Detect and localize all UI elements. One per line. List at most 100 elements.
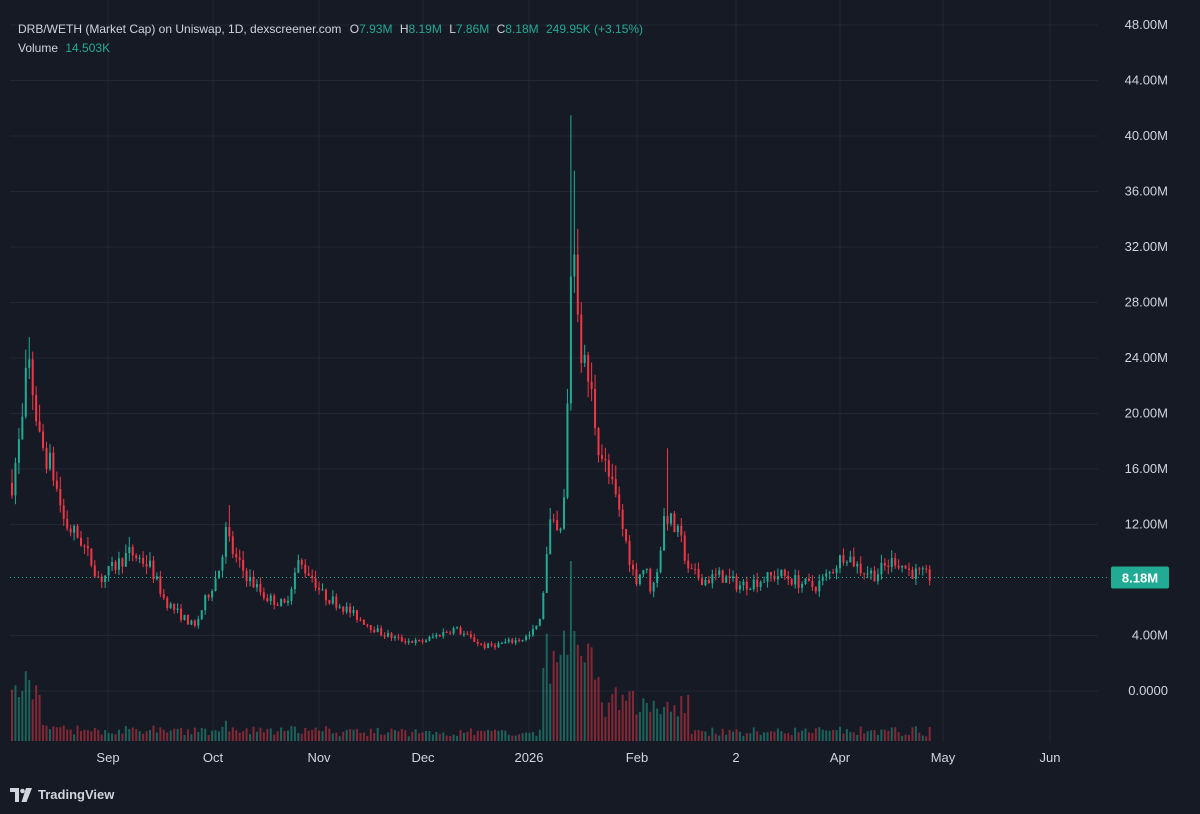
candle-body (407, 641, 410, 643)
volume-bar (83, 729, 86, 741)
volume-bar (842, 733, 845, 741)
candle-body (128, 546, 131, 554)
candle-body (104, 575, 107, 583)
volume-bar (794, 727, 797, 741)
volume-bar (266, 728, 269, 741)
volume-bar (845, 729, 848, 741)
volume-bar (456, 735, 459, 741)
y-tick-label: 48.00M (1125, 17, 1168, 32)
y-tick-label: 12.00M (1125, 517, 1168, 532)
volume-bar (852, 732, 855, 741)
candle-body (801, 583, 804, 588)
tradingview-branding[interactable]: TradingView (10, 787, 114, 802)
candle-body (563, 497, 565, 529)
candle-body (649, 568, 652, 592)
volume-bar (618, 709, 621, 741)
volume-bar (207, 734, 210, 741)
candle-body (55, 480, 58, 489)
candle-body (528, 634, 531, 637)
volume-label[interactable]: Volume (18, 41, 58, 55)
candle-body (411, 641, 414, 643)
volume-bar (728, 730, 731, 741)
candle-body (490, 643, 493, 646)
volume-bar (362, 732, 365, 741)
volume-bar (376, 727, 379, 741)
candle-body (511, 639, 514, 643)
candle-body (469, 634, 472, 638)
candle-body (494, 645, 496, 648)
volume-bar (86, 730, 89, 741)
volume-bar (645, 703, 648, 741)
volume-bar (559, 654, 562, 741)
candle-body (221, 556, 224, 571)
time-axis[interactable]: Sep Oct Nov Dec 2026 Feb 2 Apr May Jun (96, 750, 1060, 765)
volume-bar (352, 729, 355, 741)
volume-bar (849, 732, 852, 741)
candle-body (107, 566, 110, 576)
candle-body (238, 557, 241, 560)
volume-bar (293, 726, 296, 741)
volume-bar (242, 731, 245, 741)
candle-body (259, 583, 262, 593)
candle-body (59, 488, 62, 506)
volume-bar (880, 729, 883, 741)
volume-bar (11, 689, 13, 741)
volume-bar (594, 679, 597, 741)
candle-body (311, 575, 314, 579)
candle-body (376, 628, 379, 633)
volume-bar (770, 731, 772, 741)
candle-body (117, 558, 120, 570)
volume-bar (918, 732, 921, 741)
candle-body (559, 528, 562, 531)
volume-bar (166, 732, 169, 741)
symbol-title[interactable]: DRB/WETH (Market Cap) on Uniswap, 1D, de… (18, 22, 341, 36)
candle-body (783, 569, 786, 576)
candle-body (390, 633, 393, 639)
candle-body (804, 578, 807, 584)
candle-body (549, 519, 552, 555)
candle-body (897, 565, 900, 568)
volume-bar (797, 732, 800, 741)
candle-body (414, 639, 417, 643)
volume-bar (514, 735, 517, 741)
volume-bar (742, 735, 745, 741)
candle-body (759, 581, 762, 587)
volume-bar (17, 697, 20, 741)
candle-body (425, 640, 427, 643)
candle-body (255, 583, 258, 588)
volume-bar (111, 733, 114, 741)
candle-body (652, 582, 655, 592)
candle-body (421, 640, 424, 643)
volume-bar (611, 694, 614, 741)
candles (11, 115, 931, 650)
candle-body (697, 569, 700, 579)
volume-bar (776, 728, 779, 741)
candle-body (825, 573, 828, 577)
volume-bar (607, 702, 610, 741)
candle-body (14, 462, 17, 496)
candle-body (324, 589, 327, 601)
candle-body (335, 596, 338, 608)
price-chart[interactable]: 48.00M44.00M40.00M36.00M32.00M28.00M24.0… (0, 0, 1200, 814)
symbol-legend: DRB/WETH (Market Cap) on Uniswap, 1D, de… (18, 20, 643, 58)
volume-bar (283, 730, 286, 741)
volume-bar (438, 733, 441, 741)
open-value: 7.93M (359, 22, 393, 36)
candle-body (770, 572, 772, 576)
candle-body (38, 421, 41, 432)
volume-bar (52, 726, 55, 741)
candle-body (473, 637, 476, 642)
candle-body (462, 633, 465, 635)
candle-body (207, 595, 210, 598)
volume-bar (76, 725, 79, 741)
candle-body (752, 579, 755, 590)
volume-bar (518, 734, 521, 741)
volume-bar (780, 731, 783, 741)
candle-body (293, 572, 296, 590)
candle-body (135, 555, 138, 559)
candle-body (842, 555, 845, 563)
candle-body (887, 565, 890, 568)
volume-bar (625, 700, 628, 741)
price-axis[interactable]: 48.00M 44.00M 40.00M 36.00M 32.00M 28.00M 24.0… (1125, 17, 1168, 698)
candle-body (431, 636, 434, 638)
